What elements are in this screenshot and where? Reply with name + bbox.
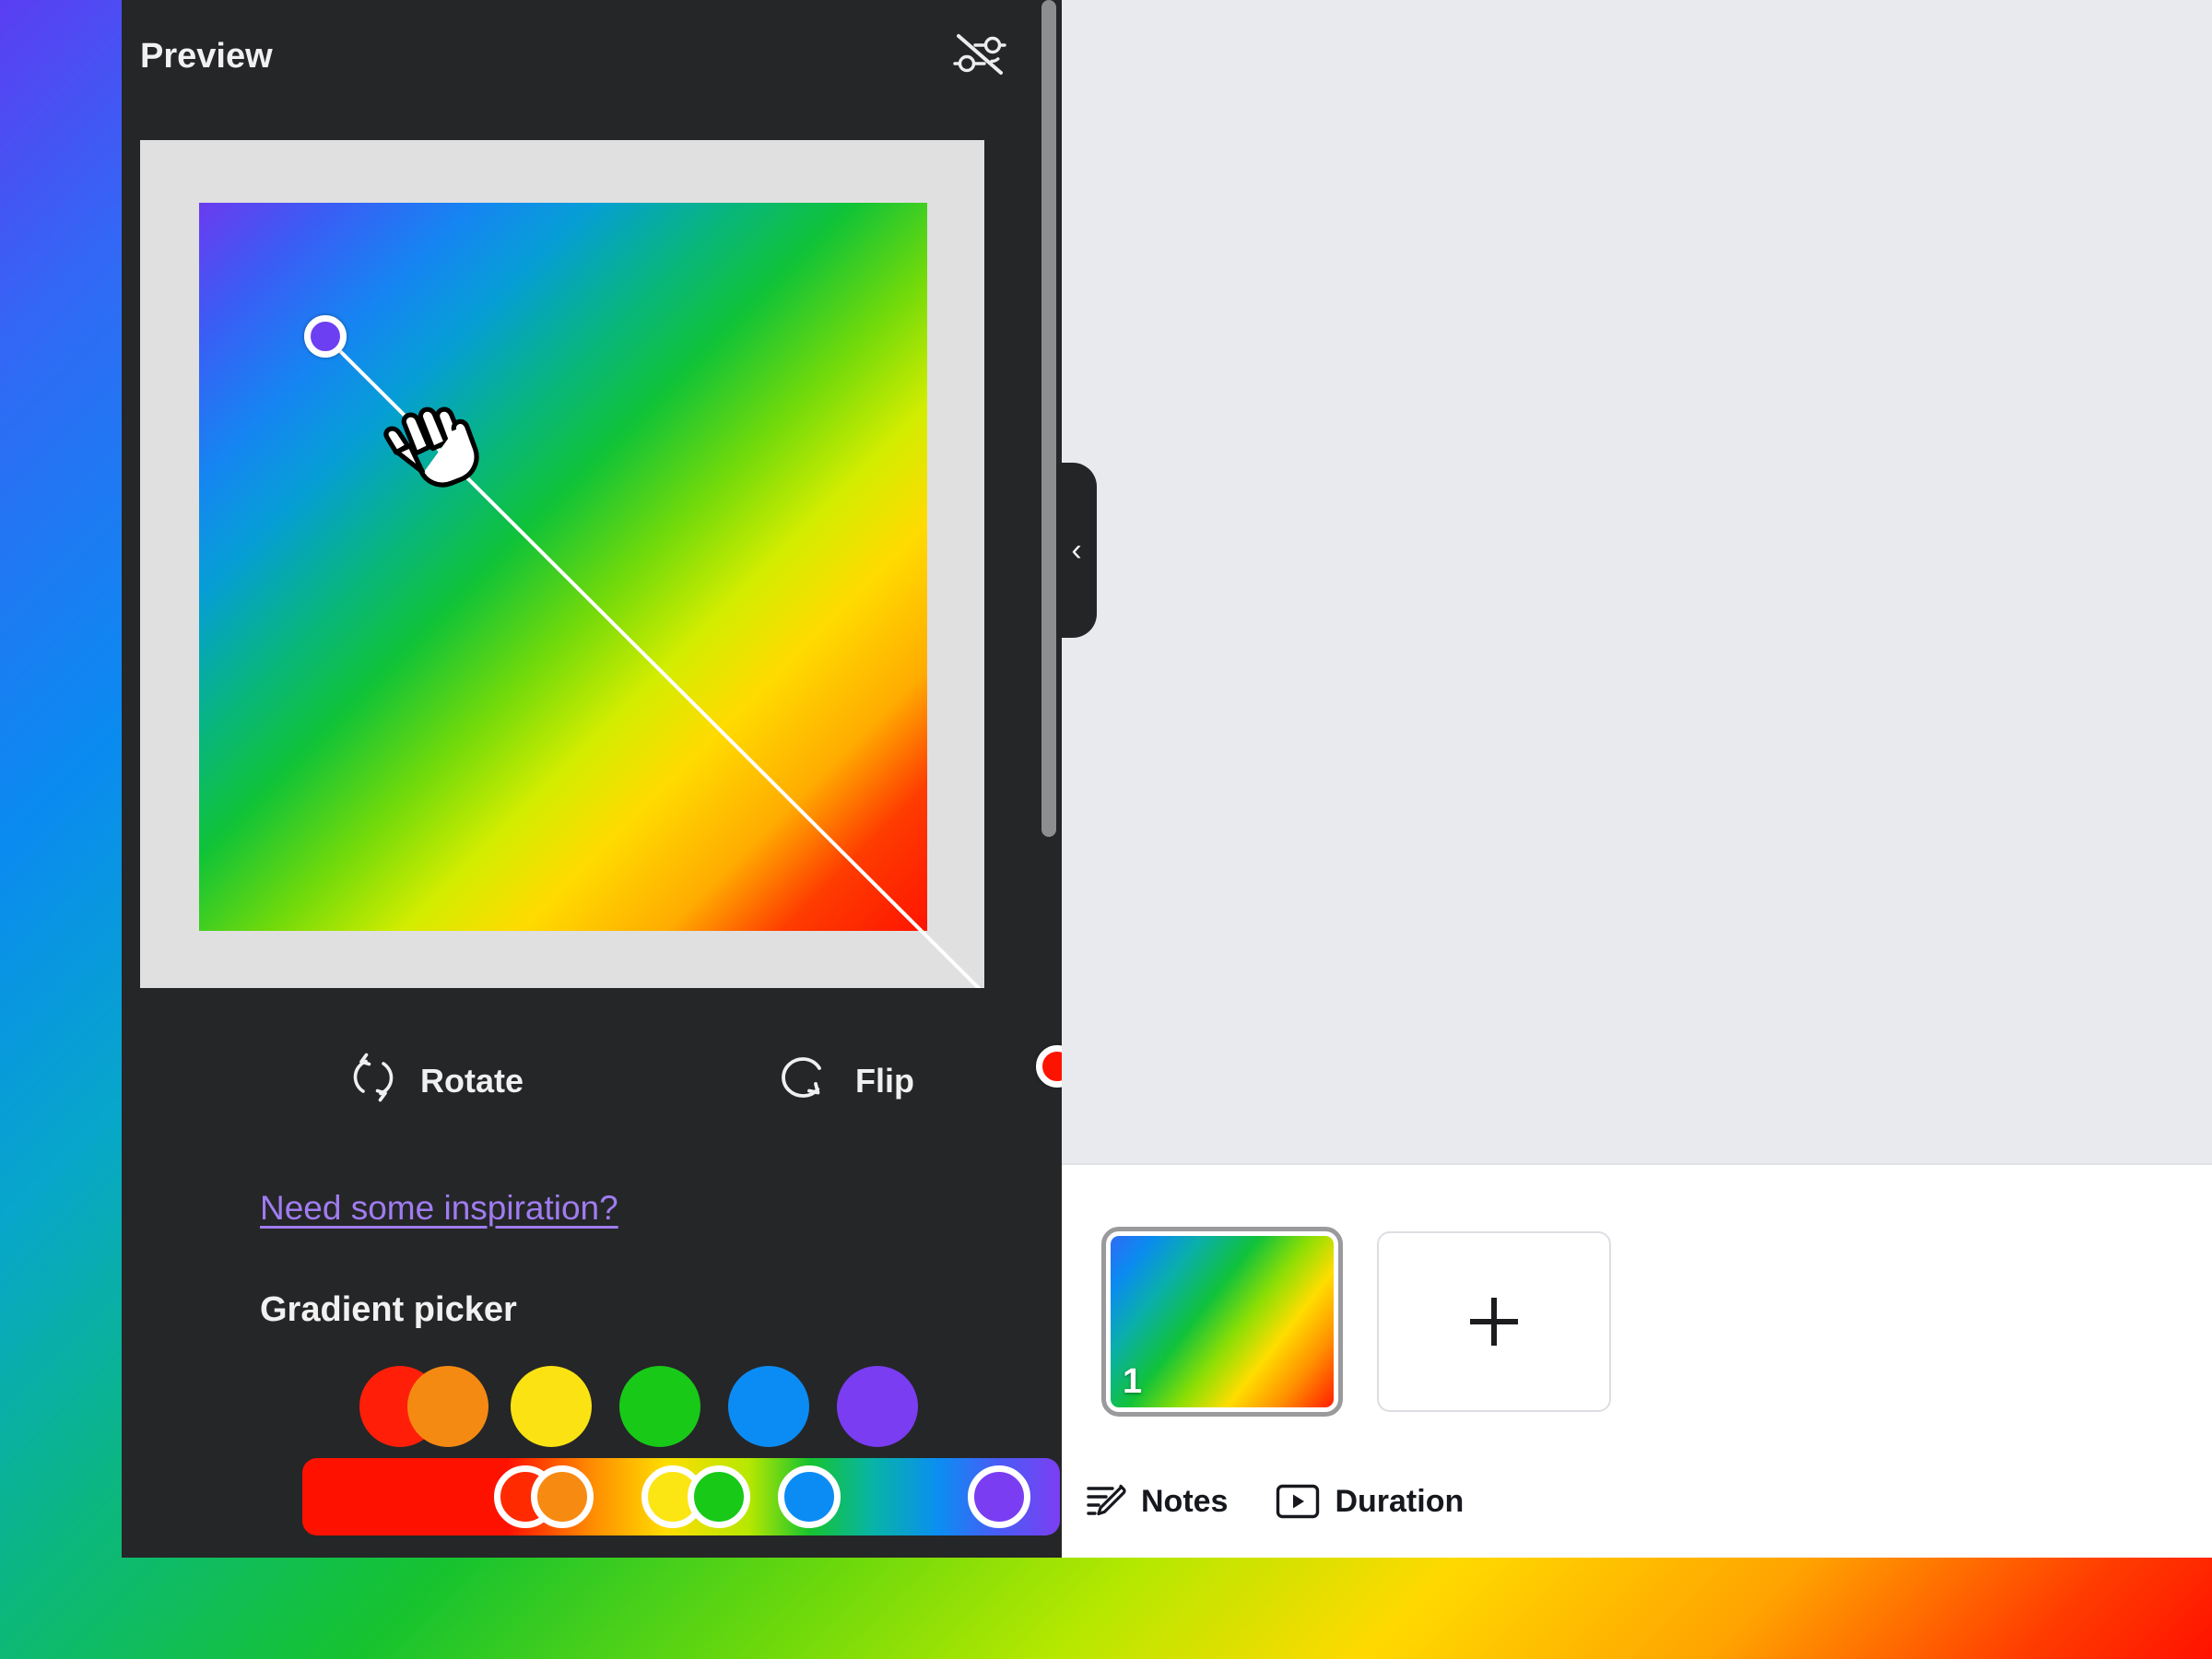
swatch-yellow[interactable] — [511, 1366, 592, 1447]
rotate-label: Rotate — [420, 1062, 524, 1100]
notes-button[interactable]: Notes — [1086, 1482, 1228, 1521]
rotate-icon — [350, 1052, 396, 1112]
panel-title: Preview — [140, 36, 273, 76]
plus-icon — [1470, 1298, 1518, 1346]
flip-label: Flip — [855, 1062, 914, 1100]
swatch-purple[interactable] — [837, 1366, 918, 1447]
stop-green-handle[interactable] — [688, 1465, 750, 1528]
gradient-picker-title: Gradient picker — [260, 1290, 517, 1329]
gradient-end-handle[interactable] — [1036, 1045, 1062, 1088]
gradient-editor-panel: Preview Rotate Flip Need some inspiratio… — [122, 0, 1062, 1558]
slide-number-label: 1 — [1123, 1362, 1143, 1401]
gradient-swatch-row — [260, 1362, 988, 1451]
stop-blue-handle[interactable] — [778, 1465, 841, 1528]
flip-button[interactable]: Flip — [778, 1053, 914, 1110]
inspiration-link[interactable]: Need some inspiration? — [260, 1189, 618, 1228]
gradient-start-handle[interactable] — [304, 315, 347, 358]
notes-label: Notes — [1141, 1483, 1229, 1519]
duration-button[interactable]: Duration — [1276, 1483, 1464, 1520]
workspace-area — [1062, 0, 2212, 1163]
rotate-button[interactable]: Rotate — [350, 1052, 524, 1112]
panel-scrollbar[interactable] — [1041, 0, 1056, 837]
chevron-left-icon: ‹ — [1071, 533, 1082, 568]
app-stage: 1 Notes Duration ‹ Preview Rotate Flip N… — [0, 0, 2212, 1659]
sliders-off-icon[interactable] — [953, 30, 1006, 83]
panel-header: Preview — [140, 18, 1006, 94]
transform-controls: Rotate Flip — [140, 1030, 984, 1132]
collapse-panel-button[interactable]: ‹ — [1056, 463, 1097, 638]
duration-play-icon — [1276, 1483, 1320, 1520]
slide-thumbnail-1[interactable]: 1 — [1101, 1227, 1343, 1417]
tray-action-bar: Notes Duration — [1086, 1482, 1464, 1521]
swatch-blue[interactable] — [728, 1366, 809, 1447]
add-slide-button[interactable] — [1377, 1231, 1611, 1412]
gradient-preview[interactable] — [140, 140, 1062, 1088]
flip-icon — [778, 1053, 831, 1110]
swatch-orange[interactable] — [407, 1366, 488, 1447]
duration-label: Duration — [1335, 1483, 1465, 1519]
stop-purple-handle[interactable] — [968, 1465, 1030, 1528]
slide-thumbnail-list: 1 — [1101, 1227, 1611, 1417]
gradient-stop-slider[interactable] — [302, 1458, 1060, 1535]
notes-pencil-icon — [1086, 1482, 1126, 1521]
swatch-green[interactable] — [619, 1366, 700, 1447]
gradient-preview-swatch[interactable] — [199, 203, 927, 931]
stop-orange-handle[interactable] — [531, 1465, 594, 1528]
